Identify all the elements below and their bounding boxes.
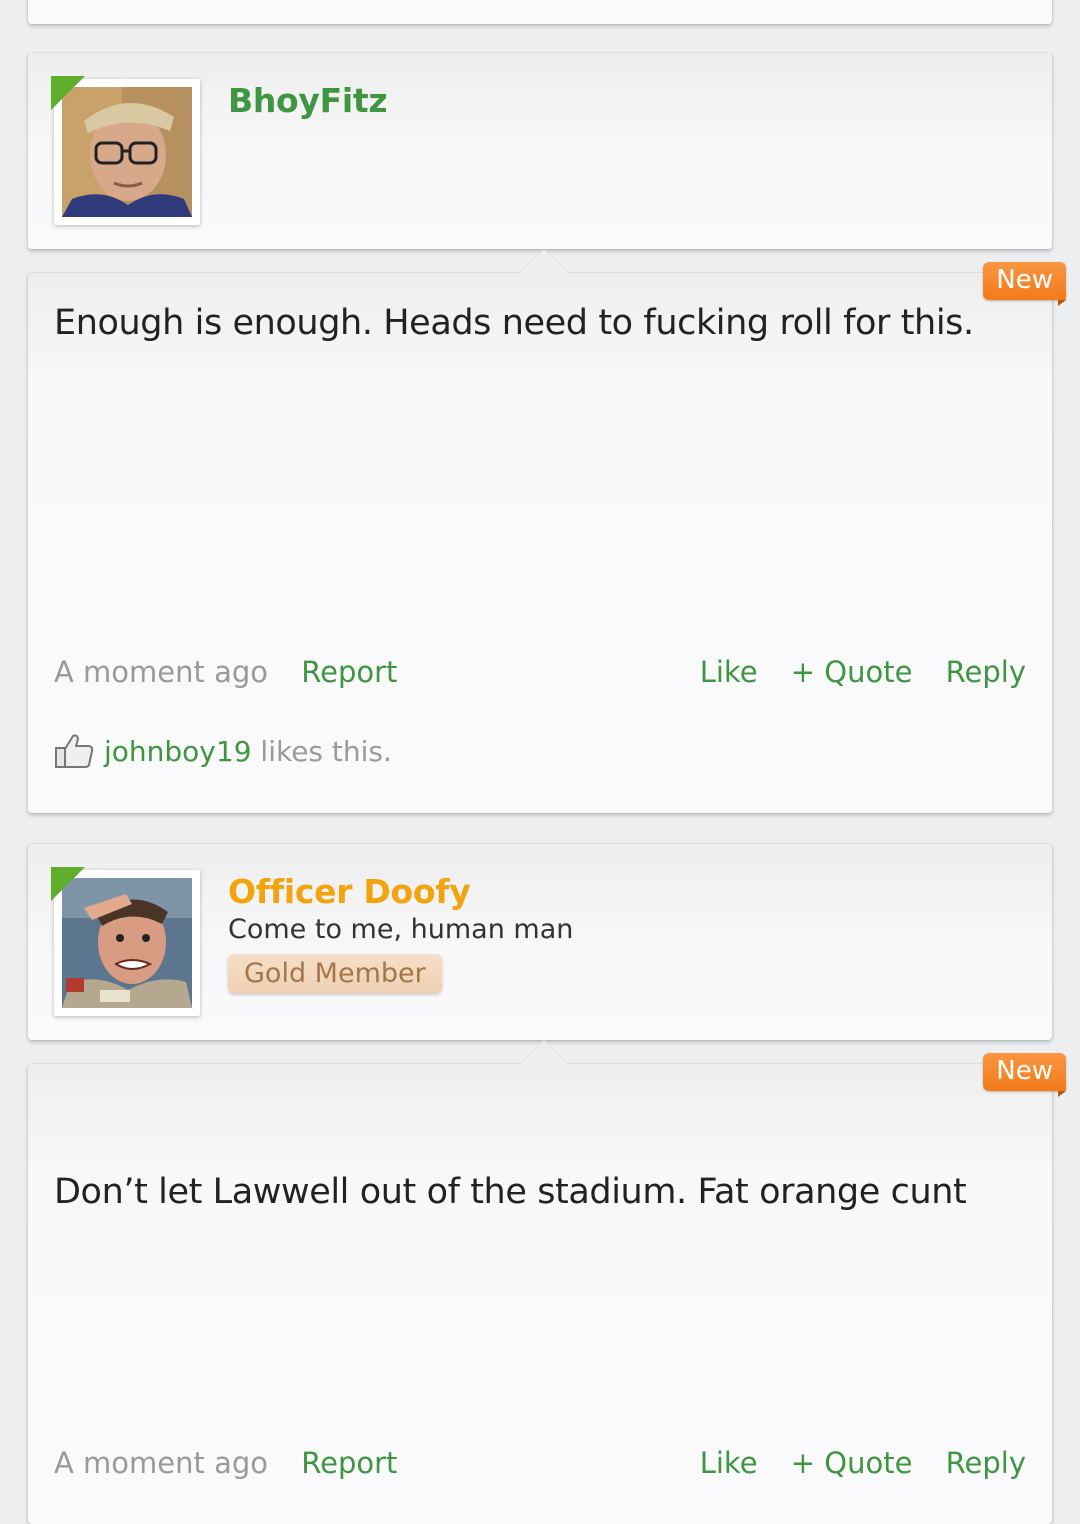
previous-post-card — [28, 0, 1052, 24]
liker-username[interactable]: johnboy19 — [104, 735, 252, 768]
username[interactable]: Officer Doofy — [228, 872, 471, 911]
post-timestamp: A moment ago — [54, 1446, 269, 1480]
post-message: Don’t let Lawwell out of the stadium. Fa… — [54, 1172, 967, 1212]
post-message: Enough is enough. Heads need to fucking … — [54, 303, 974, 343]
post-meta-left: A moment ago Report — [54, 655, 397, 689]
likes-text: likes this. — [251, 734, 392, 768]
new-badge: New — [983, 1053, 1066, 1097]
username[interactable]: BhoyFitz — [228, 81, 388, 120]
quote-link[interactable]: + Quote — [791, 1446, 913, 1480]
avatar[interactable] — [51, 867, 200, 1016]
speech-pointer — [520, 249, 568, 273]
thumbs-up-icon — [55, 734, 94, 768]
like-link[interactable]: Like — [700, 655, 758, 689]
member-badge: Gold Member — [228, 954, 442, 993]
post-body-card: New Enough is enough. Heads need to fuck… — [28, 249, 1066, 813]
online-indicator — [51, 867, 85, 901]
reply-link[interactable]: Reply — [946, 655, 1026, 689]
user-info-card: BhoyFitz — [28, 53, 1052, 249]
report-link[interactable]: Report — [301, 1446, 397, 1480]
speech-pointer — [520, 1040, 568, 1064]
likes-summary: johnboy19 likes this. — [54, 733, 392, 769]
online-indicator — [51, 76, 85, 110]
new-badge: New — [983, 262, 1066, 306]
post-timestamp: A moment ago — [54, 655, 269, 689]
post-actions: Like + Quote Reply — [700, 1446, 1026, 1480]
user-info-card: Officer Doofy Come to me, human man Gold… — [28, 844, 1052, 1040]
post-body-card: New Don’t let Lawwell out of the stadium… — [28, 1040, 1066, 1524]
quote-link[interactable]: + Quote — [791, 655, 913, 689]
avatar[interactable] — [51, 76, 200, 225]
post-meta-left: A moment ago Report — [54, 1446, 397, 1480]
user-custom-title: Come to me, human man — [228, 914, 574, 945]
post-actions: Like + Quote Reply — [700, 655, 1026, 689]
like-link[interactable]: Like — [700, 1446, 758, 1480]
reply-link[interactable]: Reply — [946, 1446, 1026, 1480]
report-link[interactable]: Report — [301, 655, 397, 689]
